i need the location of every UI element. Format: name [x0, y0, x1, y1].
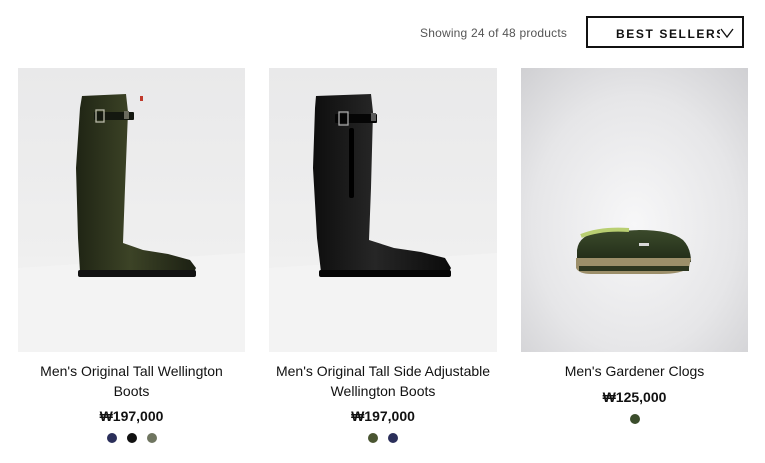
product-image[interactable]: [18, 68, 245, 352]
clog-image: [521, 68, 748, 352]
color-swatch-navy[interactable]: [388, 433, 398, 443]
sort-selected-value: BEST SELLERS: [616, 27, 720, 41]
color-swatch-black[interactable]: [126, 433, 137, 443]
product-count: Showing 24 of 48 products: [420, 26, 568, 40]
chevron-down-icon: [720, 28, 734, 39]
color-swatches: [18, 433, 245, 443]
boot-image: [269, 68, 497, 352]
color-swatch-olive[interactable]: [368, 433, 378, 443]
product-image[interactable]: [521, 68, 748, 352]
color-swatches: [521, 413, 748, 424]
color-swatches: [269, 433, 497, 443]
product-card[interactable]: Men's Original Tall Side Adjustable Well…: [269, 68, 497, 443]
product-card[interactable]: Men's Original Tall Wellington Boots ₩19…: [18, 68, 245, 443]
product-price: ₩197,000: [351, 408, 415, 424]
color-swatch-gray-green[interactable]: [146, 433, 157, 443]
product-title[interactable]: Men's Gardener Clogs: [521, 362, 748, 382]
listing-toolbar: Showing 24 of 48 products BEST SELLERS: [0, 16, 765, 52]
product-title[interactable]: Men's Original Tall Side Adjustable Well…: [269, 362, 497, 401]
sort-dropdown[interactable]: BEST SELLERS: [586, 16, 744, 48]
color-swatch-navy[interactable]: [106, 433, 117, 443]
boot-image: [18, 68, 245, 352]
product-price: ₩125,000: [602, 388, 667, 405]
product-card[interactable]: Men's Gardener Clogs ₩125,000: [521, 68, 748, 424]
product-price: ₩197,000: [99, 408, 164, 424]
product-title[interactable]: Men's Original Tall Wellington Boots: [18, 362, 245, 401]
color-swatch-dark-green[interactable]: [629, 413, 640, 424]
product-image[interactable]: [269, 68, 497, 352]
